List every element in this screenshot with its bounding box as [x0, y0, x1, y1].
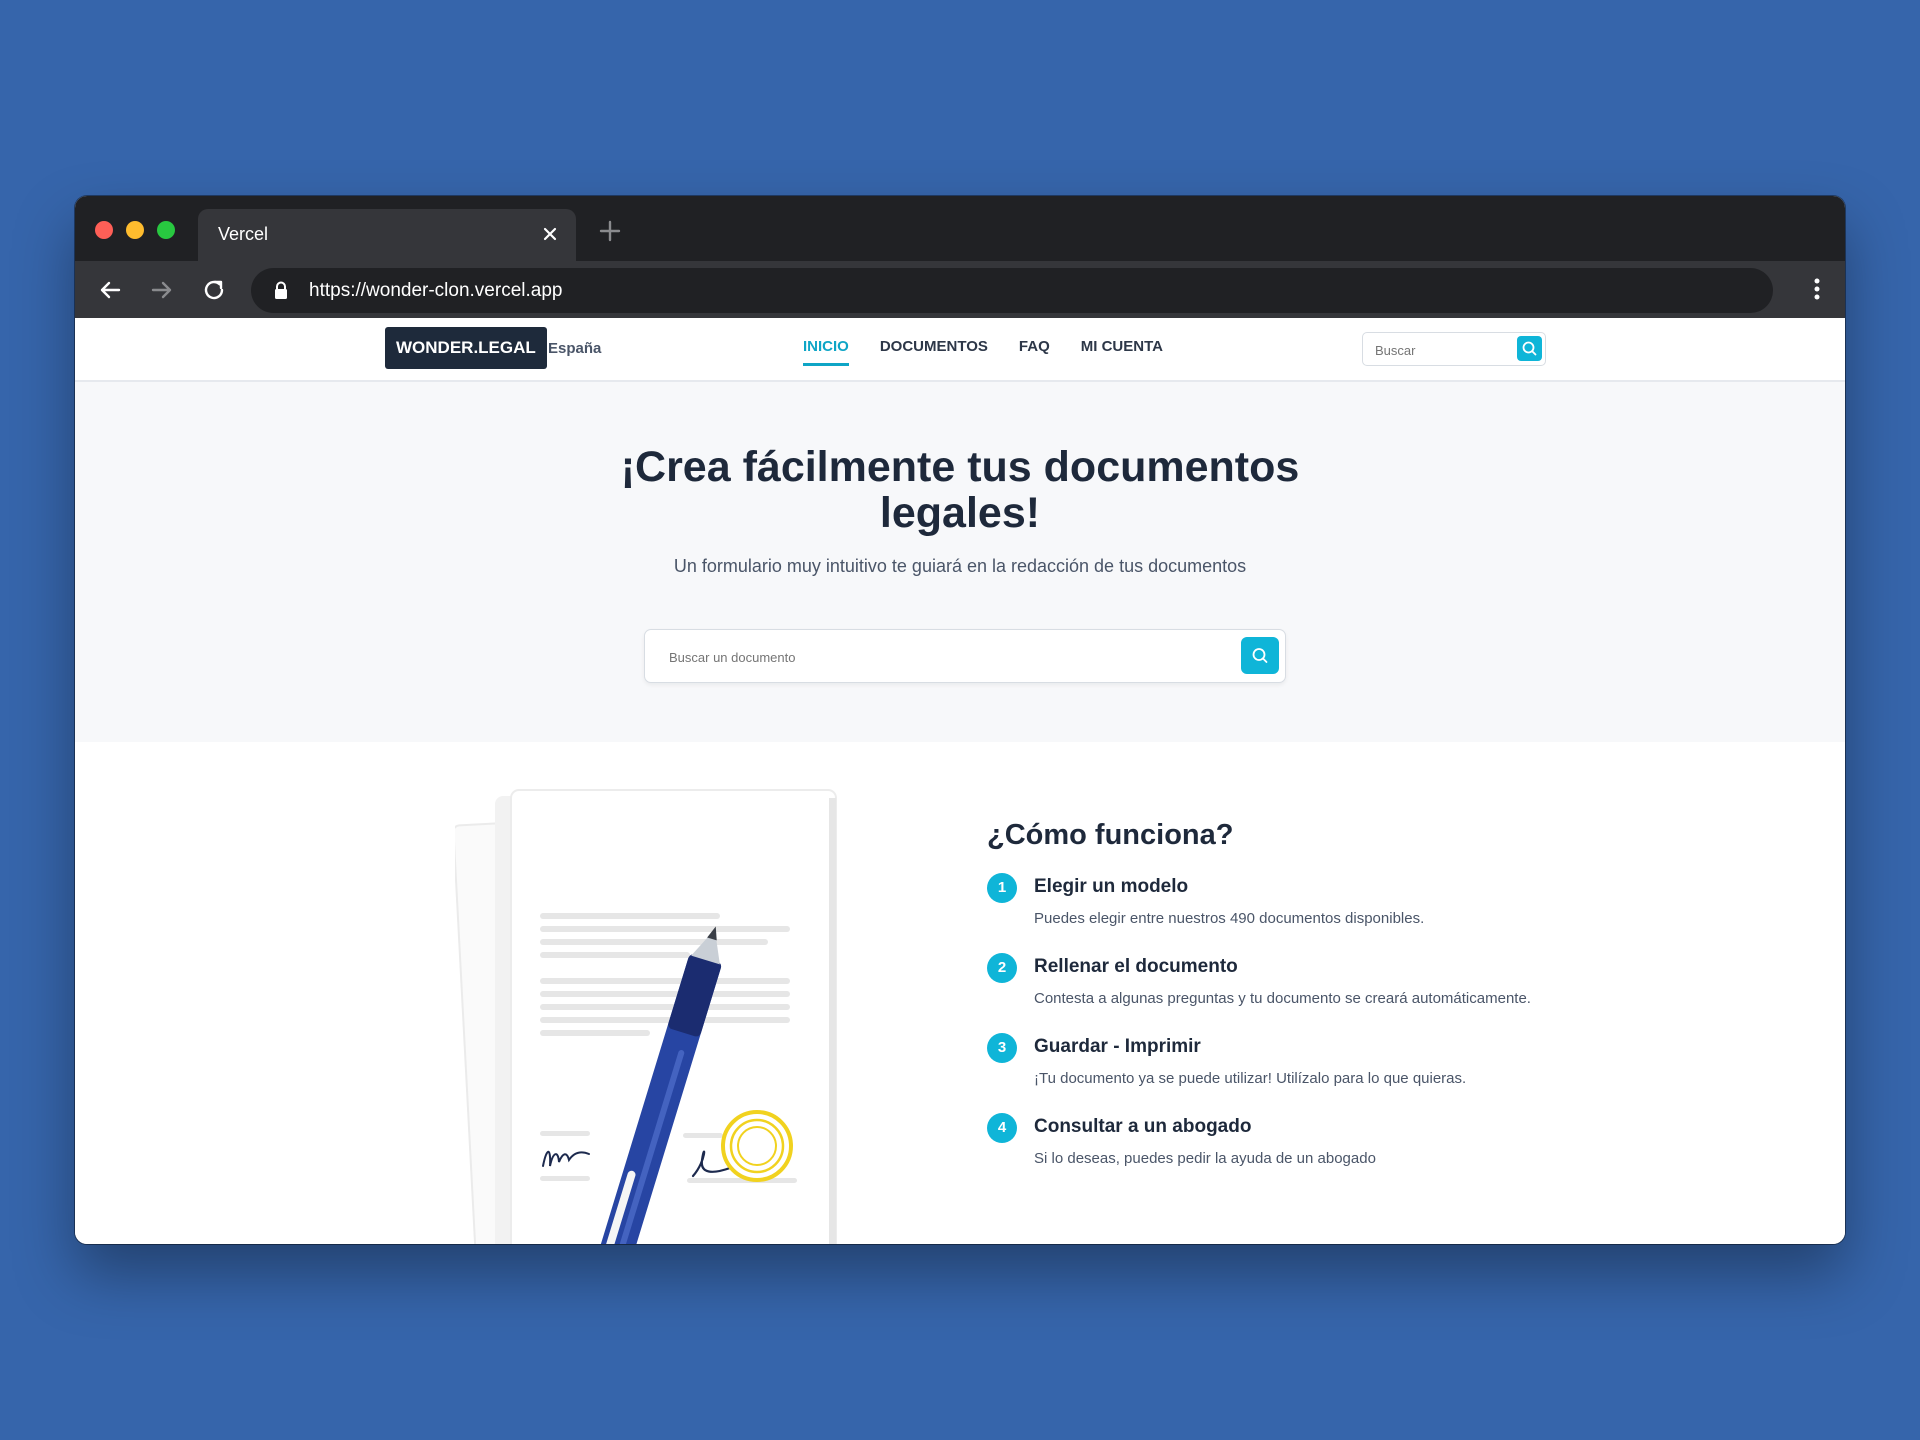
step-number-badge: 4 [987, 1113, 1017, 1143]
step-number-badge: 3 [987, 1033, 1017, 1063]
how-it-works-title: ¿Cómo funciona? [987, 819, 1234, 851]
close-icon[interactable] [536, 220, 564, 248]
document-signing-illustration [455, 789, 837, 1244]
document-search [644, 629, 1286, 684]
minimize-window-button[interactable] [126, 221, 144, 239]
site-logo[interactable]: WONDER.LEGAL [385, 327, 547, 369]
main-nav: INICIO DOCUMENTOS FAQ MI CUENTA [803, 338, 1163, 366]
document-search-input[interactable] [667, 630, 1231, 684]
close-window-button[interactable] [95, 221, 113, 239]
url-text: https://wonder-clon.vercel.app [309, 280, 563, 301]
browser-toolbar: https://wonder-clon.vercel.app [75, 261, 1845, 318]
lock-icon [275, 281, 287, 299]
web-page: WONDER.LEGAL España INICIO DOCUMENTOS FA… [75, 318, 1845, 1244]
browser-tab[interactable]: Vercel [198, 209, 576, 261]
step-description: Contesta a algunas preguntas y tu docume… [1034, 990, 1531, 1007]
hero-title: ¡Crea fácilmente tus documentos legales! [620, 443, 1300, 537]
search-icon [1252, 648, 1268, 663]
step-description: ¡Tu documento ya se puede utilizar! Util… [1034, 1070, 1467, 1087]
kebab-menu-icon[interactable] [1811, 274, 1823, 304]
maximize-window-button[interactable] [157, 221, 175, 239]
back-arrow-icon[interactable] [95, 275, 125, 305]
site-header: WONDER.LEGAL España INICIO DOCUMENTOS FA… [75, 318, 1845, 382]
step-title: Guardar - Imprimir [1034, 1036, 1201, 1057]
hero-subtitle: Un formulario muy intuitivo te guiará en… [673, 556, 1247, 576]
address-bar[interactable]: https://wonder-clon.vercel.app [251, 268, 1773, 313]
tab-strip: Vercel [75, 196, 1845, 261]
plus-icon[interactable] [595, 216, 625, 246]
hero-section: ¡Crea fácilmente tus documentos legales!… [75, 382, 1845, 742]
header-search-button[interactable] [1517, 336, 1542, 361]
reload-icon[interactable] [199, 275, 229, 305]
step-number-badge: 1 [987, 873, 1017, 903]
step-title: Consultar a un abogado [1034, 1116, 1252, 1137]
document-search-button[interactable] [1241, 637, 1279, 674]
header-search [1362, 332, 1546, 367]
forward-arrow-icon[interactable] [147, 275, 177, 305]
nav-faq[interactable]: FAQ [1019, 338, 1050, 366]
tab-title: Vercel [218, 224, 269, 244]
step-title: Rellenar el documento [1034, 956, 1238, 977]
nav-mi-cuenta[interactable]: MI CUENTA [1081, 338, 1163, 366]
step-description: Si lo deseas, puedes pedir la ayuda de u… [1034, 1150, 1376, 1167]
nav-documentos[interactable]: DOCUMENTOS [880, 338, 988, 366]
browser-window: Vercel https://wonder-clon.vercel.app WO… [75, 196, 1845, 1244]
header-search-input[interactable] [1373, 333, 1507, 367]
step-description: Puedes elegir entre nuestros 490 documen… [1034, 910, 1425, 927]
nav-inicio[interactable]: INICIO [803, 338, 849, 366]
search-icon [1522, 341, 1537, 356]
country-label[interactable]: España [548, 340, 601, 357]
step-title: Elegir un modelo [1034, 876, 1189, 897]
step-number-badge: 2 [987, 953, 1017, 983]
